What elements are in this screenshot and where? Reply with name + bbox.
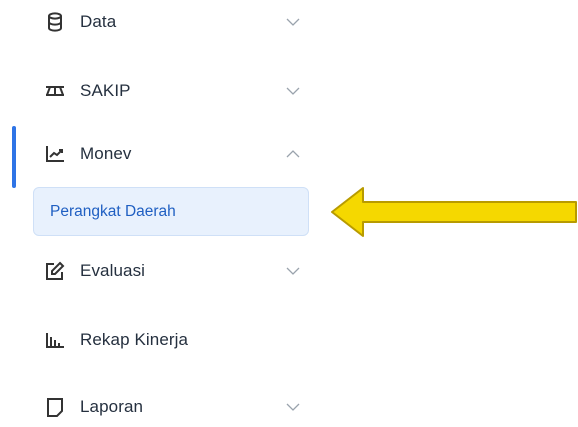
sidebar-item-data[interactable]: Data xyxy=(34,2,310,42)
report-icon xyxy=(44,396,66,418)
sidebar-item-rekap-kinerja[interactable]: Rekap Kinerja xyxy=(34,320,310,360)
chevron-up-icon xyxy=(286,145,300,163)
sidebar-item-label: Laporan xyxy=(80,397,144,416)
chevron-down-icon xyxy=(286,262,300,280)
subitem-label: Perangkat Daerah xyxy=(50,202,176,220)
sidebar-item-label: SAKIP xyxy=(80,81,131,100)
active-indicator xyxy=(12,126,16,188)
bar-chart-icon xyxy=(44,329,66,351)
chevron-down-icon xyxy=(286,398,300,416)
database-icon xyxy=(44,11,66,33)
sidebar-item-label: Evaluasi xyxy=(80,261,146,280)
sidebar-item-evaluasi[interactable]: Evaluasi xyxy=(34,251,310,291)
subitem-perangkat-daerah[interactable]: Perangkat Daerah xyxy=(33,187,309,236)
sidebar-item-monev[interactable]: Monev xyxy=(34,134,310,174)
flow-icon xyxy=(44,80,66,102)
edit-icon xyxy=(44,260,66,282)
sidebar-nav: Data SAKIP Monev Perangkat Daerah Evalua… xyxy=(0,0,330,417)
sidebar-item-label: Rekap Kinerja xyxy=(80,330,189,349)
yellow-arrow-annotation xyxy=(331,187,577,237)
sidebar-item-label: Monev xyxy=(80,144,132,163)
sidebar-item-laporan[interactable]: Laporan xyxy=(34,387,310,427)
chart-line-icon xyxy=(44,143,66,165)
sidebar-item-sakip[interactable]: SAKIP xyxy=(34,71,310,111)
chevron-down-icon xyxy=(286,13,300,31)
sidebar-item-label: Data xyxy=(80,12,117,31)
chevron-down-icon xyxy=(286,82,300,100)
